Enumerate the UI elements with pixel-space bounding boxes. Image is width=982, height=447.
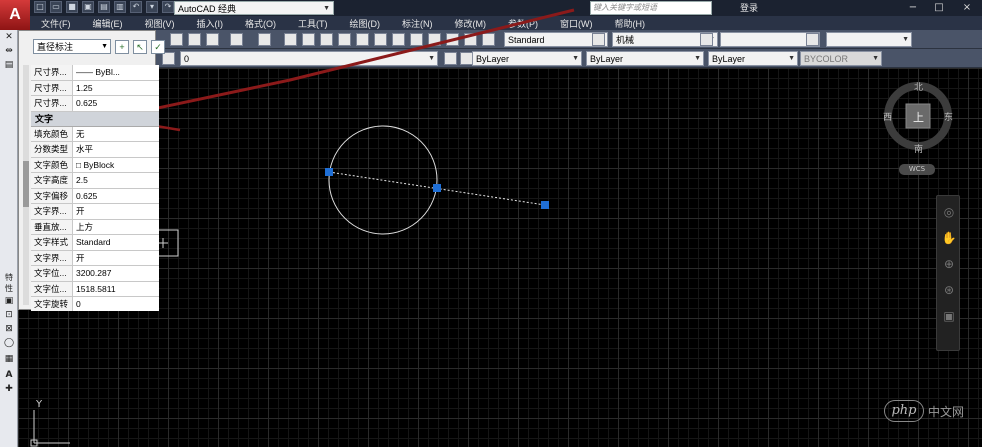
property-name: 尺寸界...: [31, 96, 73, 111]
ucs-y-label: Y: [35, 399, 43, 410]
property-name: 分数类型: [31, 142, 73, 157]
property-value[interactable]: 0.625: [73, 96, 159, 111]
property-value[interactable]: 3200.287: [73, 266, 159, 281]
property-name: 尺寸界...: [31, 80, 73, 95]
property-value[interactable]: 无: [73, 127, 159, 142]
property-value[interactable]: 开: [73, 251, 159, 266]
left-tool-strip: ✕ ⇹ ▤ 特性 ▣ ⊡ ⊠ ◯ ▦ A ✚: [0, 30, 18, 447]
zoom-extents-icon[interactable]: ⊕: [941, 256, 957, 272]
pan-icon[interactable]: ✋: [941, 230, 957, 246]
navigation-bar: ◎ ✋ ⊕ ⊛ ▣: [936, 195, 960, 351]
property-row[interactable]: 垂直放... 上方: [31, 219, 159, 235]
property-row[interactable]: 文字位... 3200.287: [31, 266, 159, 282]
close-icon[interactable]: ✕: [3, 32, 15, 43]
property-value[interactable]: 0: [73, 297, 159, 311]
property-name: 文字高度: [31, 173, 73, 188]
property-row[interactable]: 分数类型 水平: [31, 142, 159, 158]
property-row[interactable]: 尺寸界... 0.625: [31, 96, 159, 112]
property-name: 文字旋转: [31, 297, 73, 311]
properties-palette: 直径标注 ▼ + ↖ ✓ 尺寸界... —— ByBl... 尺寸界... 1.…: [18, 30, 165, 311]
circle-tool-icon[interactable]: ◯: [3, 338, 15, 349]
table-icon[interactable]: ▦: [3, 354, 15, 365]
viewcube-south[interactable]: 南: [914, 142, 923, 155]
add-selected-icon[interactable]: ✚: [3, 384, 15, 395]
property-row[interactable]: 尺寸界... 1.25: [31, 80, 159, 96]
orbit-icon[interactable]: ⊛: [941, 282, 957, 298]
property-name: 文字界...: [31, 250, 73, 265]
property-value[interactable]: 开: [73, 204, 159, 219]
object-type-select[interactable]: 直径标注 ▼: [33, 39, 111, 54]
palette-title-label: 特性: [5, 273, 13, 293]
quick-select-icon[interactable]: ✓: [151, 40, 165, 54]
watermark: php 中文网: [884, 400, 964, 422]
grip-point[interactable]: [433, 184, 441, 192]
dimension-icon[interactable]: ⊡: [3, 310, 15, 321]
property-name: 文字位...: [31, 281, 73, 296]
object-type-value: 直径标注: [37, 42, 74, 52]
property-value[interactable]: □ ByBlock: [73, 158, 159, 173]
property-value[interactable]: 水平: [73, 142, 159, 157]
toggle-pickadd-icon[interactable]: +: [115, 40, 129, 54]
property-value[interactable]: 0.625: [73, 189, 159, 204]
viewcube-east[interactable]: 东: [944, 110, 953, 123]
block-icon[interactable]: ⊠: [3, 324, 15, 335]
property-name: 尺寸界...: [31, 65, 73, 80]
viewcube-west[interactable]: 西: [883, 110, 892, 123]
property-grid: 尺寸界... —— ByBl... 尺寸界... 1.25 尺寸界... 0.6…: [31, 65, 159, 311]
property-name: 文字颜色: [31, 157, 73, 172]
scrollbar-thumb[interactable]: [23, 161, 29, 207]
red-annotation-arrow: [119, 8, 575, 118]
section-header-text[interactable]: 文字: [31, 111, 159, 127]
property-value[interactable]: 2.5: [73, 173, 159, 188]
property-row[interactable]: 文字界... 开: [31, 204, 159, 220]
grip-point[interactable]: [325, 168, 333, 176]
property-value[interactable]: 上方: [73, 220, 159, 235]
property-row[interactable]: 文字颜色 □ ByBlock: [31, 157, 159, 173]
property-row[interactable]: 文字界... 开: [31, 250, 159, 266]
viewcube[interactable]: 北 南 东 西 上 WCS: [880, 80, 956, 176]
properties-icon[interactable]: ▣: [3, 296, 15, 307]
property-value[interactable]: 1.25: [73, 81, 159, 96]
property-name: 文字位...: [31, 266, 73, 281]
property-name: 文字界...: [31, 204, 73, 219]
property-row[interactable]: 文字偏移 0.625: [31, 188, 159, 204]
watermark-text: 中文网: [928, 404, 965, 419]
palette-menu-icon[interactable]: ▤: [3, 60, 15, 71]
property-row[interactable]: 尺寸界... —— ByBl...: [31, 65, 159, 81]
steering-wheel-icon[interactable]: ◎: [941, 204, 957, 220]
text-icon[interactable]: A: [3, 370, 15, 381]
palette-scrollbar[interactable]: [23, 65, 29, 305]
property-row[interactable]: 文字旋转 0: [31, 297, 159, 311]
property-name: 文字样式: [31, 235, 73, 250]
showmotion-icon[interactable]: ▣: [941, 308, 957, 324]
property-value[interactable]: —— ByBl...: [73, 65, 159, 80]
property-value[interactable]: Standard: [73, 235, 159, 250]
viewcube-top-face[interactable]: 上: [913, 109, 924, 125]
grip-point[interactable]: [541, 201, 549, 209]
property-value[interactable]: 1518.5811: [73, 282, 159, 297]
property-row[interactable]: 文字样式 Standard: [31, 235, 159, 251]
viewcube-north[interactable]: 北: [914, 80, 923, 93]
property-name: 文字偏移: [31, 188, 73, 203]
chevron-down-icon: ▼: [101, 43, 108, 50]
property-name: 垂直放...: [31, 219, 73, 234]
property-row[interactable]: 文字位... 1518.5811: [31, 281, 159, 297]
property-name: 填充颜色: [31, 126, 73, 141]
autohide-icon[interactable]: ⇹: [3, 46, 15, 57]
wcs-menu-button[interactable]: WCS: [899, 164, 935, 175]
autocad-logo-icon[interactable]: A: [0, 0, 30, 30]
palette-header: 直径标注 ▼ + ↖ ✓: [27, 37, 165, 55]
circle-entity[interactable]: [328, 125, 438, 235]
property-row[interactable]: 填充颜色 无: [31, 126, 159, 142]
select-objects-icon[interactable]: ↖: [133, 40, 147, 54]
php-logo: php: [884, 400, 924, 422]
property-row[interactable]: 文字高度 2.5: [31, 173, 159, 189]
